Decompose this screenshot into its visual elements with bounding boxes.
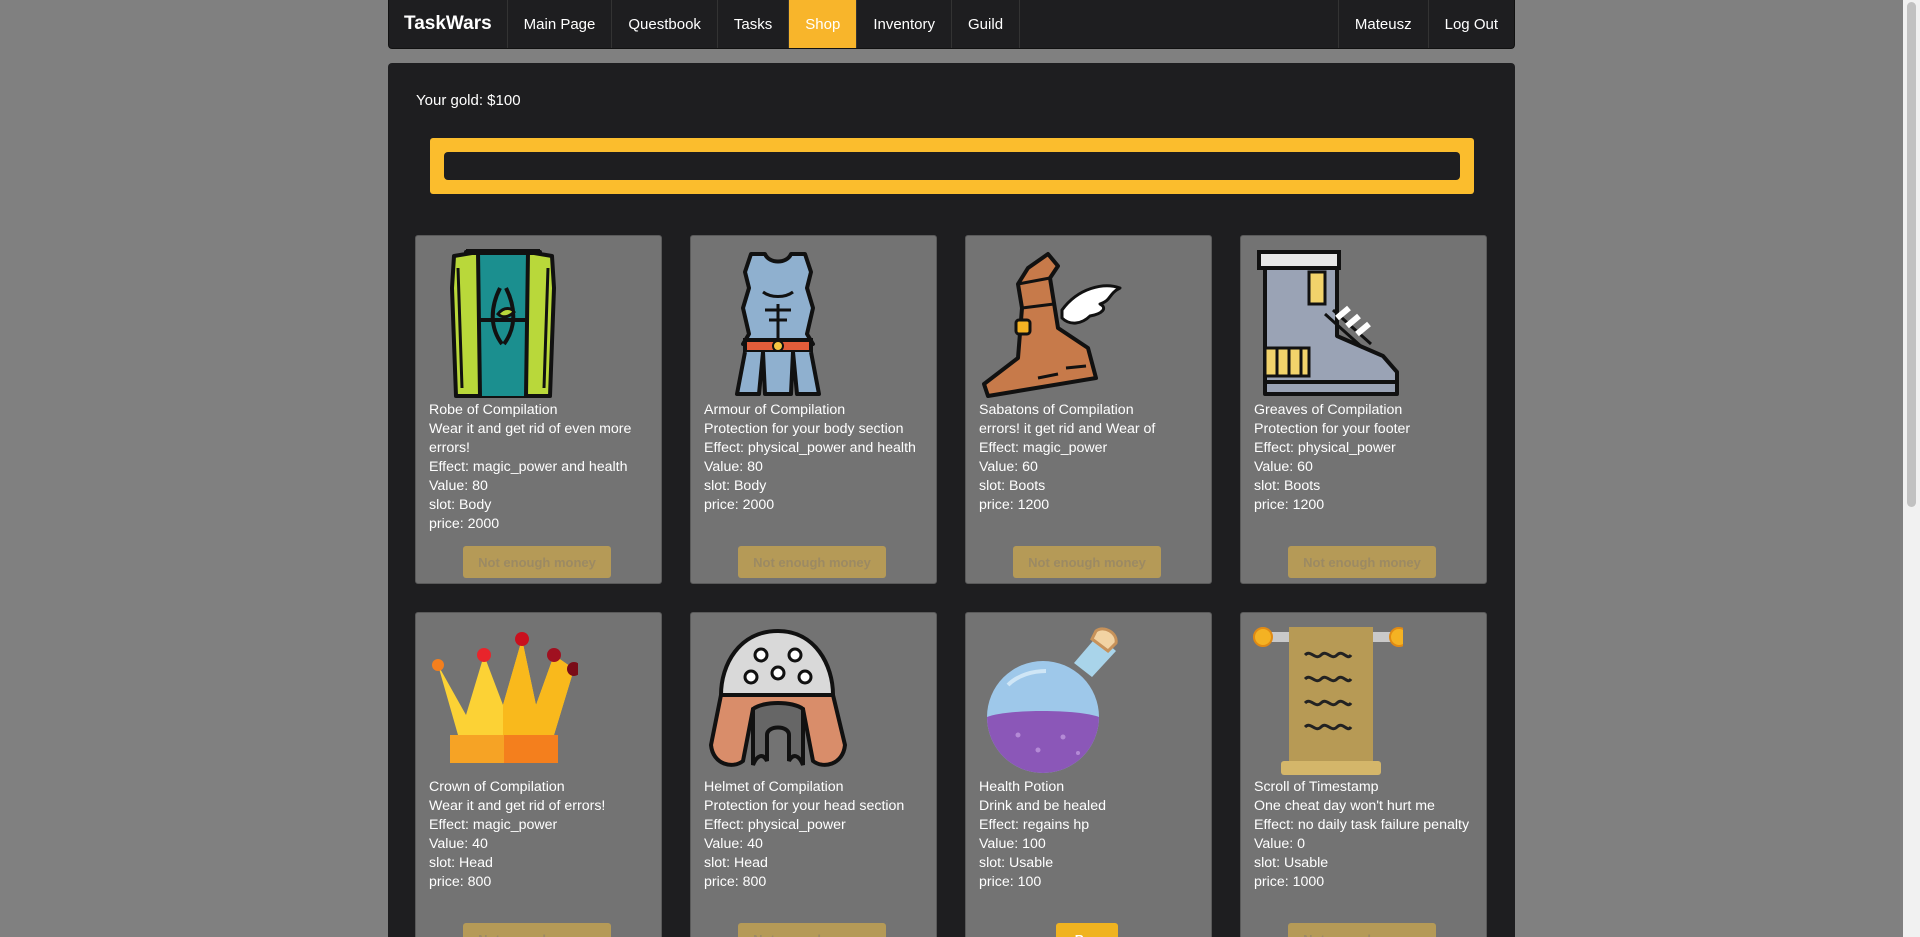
item-description: Wear it and get rid of even more errors! bbox=[429, 421, 632, 456]
brand-logo[interactable]: TaskWars bbox=[389, 0, 508, 48]
item-effect: Effect: magic_power and health bbox=[429, 459, 628, 475]
buy-button[interactable]: Not enough money bbox=[463, 546, 611, 578]
item-value: Value: 80 bbox=[429, 478, 488, 494]
item-price: price: 800 bbox=[429, 874, 492, 890]
shop-item-card: Crown of Compilation Wear it and get rid… bbox=[415, 612, 662, 937]
gold-balance: Your gold: $100 bbox=[416, 92, 521, 109]
nav-questbook[interactable]: Questbook bbox=[612, 0, 718, 48]
buy-button[interactable]: Not enough money bbox=[1288, 923, 1436, 937]
item-details: Crown of Compilation Wear it and get rid… bbox=[429, 778, 654, 892]
item-slot: slot: Boots bbox=[979, 478, 1046, 494]
item-description: Protection for your footer bbox=[1254, 421, 1411, 437]
item-name: Health Potion bbox=[979, 779, 1065, 795]
item-slot: slot: Body bbox=[429, 497, 492, 513]
item-details: Helmet of Compilation Protection for you… bbox=[704, 778, 929, 892]
nav-inventory[interactable]: Inventory bbox=[857, 0, 953, 48]
nav-user-area: Mateusz Log Out bbox=[1337, 0, 1514, 48]
potion-icon bbox=[987, 627, 1118, 773]
search-bar-frame bbox=[430, 138, 1474, 194]
item-name: Armour of Compilation bbox=[704, 402, 846, 418]
item-slot: slot: Head bbox=[704, 855, 768, 871]
item-effect: Effect: physical_power bbox=[1254, 440, 1396, 456]
item-details: Scroll of Timestamp One cheat day won't … bbox=[1254, 778, 1479, 892]
item-effect: Effect: physical_power bbox=[704, 817, 846, 833]
item-value: Value: 40 bbox=[429, 836, 488, 852]
shop-item-card: Health Potion Drink and be healed Effect… bbox=[965, 612, 1212, 937]
item-price: price: 1200 bbox=[979, 497, 1050, 513]
shop-item-card: Robe of Compilation Wear it and get rid … bbox=[415, 235, 662, 584]
armored-boot-icon bbox=[1257, 250, 1399, 396]
item-value: Value: 60 bbox=[1254, 459, 1313, 475]
scroll-icon bbox=[1253, 627, 1403, 775]
item-details: Robe of Compilation Wear it and get rid … bbox=[429, 401, 654, 534]
item-name: Crown of Compilation bbox=[429, 779, 565, 795]
item-description: Protection for your body section bbox=[704, 421, 904, 437]
buy-button[interactable]: Not enough money bbox=[463, 923, 611, 937]
shop-item-card: Greaves of Compilation Protection for yo… bbox=[1240, 235, 1487, 584]
item-value: Value: 80 bbox=[704, 459, 763, 475]
item-slot: slot: Boots bbox=[1254, 478, 1321, 494]
item-details: Greaves of Compilation Protection for yo… bbox=[1254, 401, 1479, 515]
scrollbar-thumb[interactable] bbox=[1907, 2, 1916, 507]
item-name: Robe of Compilation bbox=[429, 402, 558, 418]
armour-icon bbox=[735, 252, 821, 396]
item-description: Drink and be healed bbox=[979, 798, 1106, 814]
shop-item-card: Sabatons of Compilation errors! it get r… bbox=[965, 235, 1212, 584]
item-price: price: 2000 bbox=[704, 497, 775, 513]
item-effect: Effect: magic_power bbox=[429, 817, 558, 833]
item-name: Sabatons of Compilation bbox=[979, 402, 1134, 418]
nav-logout[interactable]: Log Out bbox=[1429, 0, 1514, 48]
item-effect: Effect: physical_power and health bbox=[704, 440, 916, 456]
buy-button[interactable]: Not enough money bbox=[1013, 546, 1161, 578]
nav-tasks[interactable]: Tasks bbox=[718, 0, 790, 48]
item-price: price: 2000 bbox=[429, 516, 500, 532]
item-slot: slot: Usable bbox=[1254, 855, 1329, 871]
buy-button[interactable]: Buy bbox=[1056, 923, 1118, 937]
search-input[interactable] bbox=[444, 152, 1460, 180]
item-effect: Effect: magic_power bbox=[979, 440, 1108, 456]
item-price: price: 1000 bbox=[1254, 874, 1325, 890]
item-price: price: 800 bbox=[704, 874, 767, 890]
shop-item-card: Armour of Compilation Protection for you… bbox=[690, 235, 937, 584]
shop-panel: Your gold: $100 Robe of Compilation Wear… bbox=[388, 63, 1515, 937]
nav-username[interactable]: Mateusz bbox=[1339, 0, 1429, 48]
item-details: Sabatons of Compilation errors! it get r… bbox=[979, 401, 1204, 515]
nav-main-page[interactable]: Main Page bbox=[508, 0, 613, 48]
page-scrollbar[interactable] bbox=[1903, 0, 1920, 937]
shop-item-card: Scroll of Timestamp One cheat day won't … bbox=[1240, 612, 1487, 937]
buy-button[interactable]: Not enough money bbox=[738, 923, 886, 937]
item-details: Health Potion Drink and be healed Effect… bbox=[979, 778, 1204, 892]
item-description: errors! it get rid and Wear of bbox=[979, 421, 1156, 437]
item-price: price: 1200 bbox=[1254, 497, 1325, 513]
item-name: Helmet of Compilation bbox=[704, 779, 844, 795]
item-description: One cheat day won't hurt me bbox=[1254, 798, 1435, 814]
crown-icon bbox=[432, 632, 578, 763]
item-slot: slot: Body bbox=[704, 478, 767, 494]
robe-icon bbox=[450, 249, 556, 398]
item-value: Value: 60 bbox=[979, 459, 1038, 475]
buy-button[interactable]: Not enough money bbox=[1288, 546, 1436, 578]
buy-button[interactable]: Not enough money bbox=[738, 546, 886, 578]
item-description: Protection for your head section bbox=[704, 798, 905, 814]
nav-shop[interactable]: Shop bbox=[789, 0, 858, 48]
item-description: Wear it and get rid of errors! bbox=[429, 798, 606, 814]
item-price: price: 100 bbox=[979, 874, 1042, 890]
item-effect: Effect: regains hp bbox=[979, 817, 1090, 833]
winged-boot-icon bbox=[982, 252, 1122, 398]
item-value: Value: 40 bbox=[704, 836, 763, 852]
item-name: Scroll of Timestamp bbox=[1254, 779, 1379, 795]
item-details: Armour of Compilation Protection for you… bbox=[704, 401, 929, 515]
top-navbar: TaskWars Main Page Questbook Tasks Shop … bbox=[388, 0, 1515, 49]
shop-item-card: Helmet of Compilation Protection for you… bbox=[690, 612, 937, 937]
nav-guild[interactable]: Guild bbox=[952, 0, 1021, 48]
item-value: Value: 100 bbox=[979, 836, 1046, 852]
item-value: Value: 0 bbox=[1254, 836, 1306, 852]
item-slot: slot: Head bbox=[429, 855, 493, 871]
item-effect: Effect: no daily task failure penalty bbox=[1254, 817, 1470, 833]
item-slot: slot: Usable bbox=[979, 855, 1054, 871]
helmet-icon bbox=[709, 628, 847, 767]
item-name: Greaves of Compilation bbox=[1254, 402, 1403, 418]
